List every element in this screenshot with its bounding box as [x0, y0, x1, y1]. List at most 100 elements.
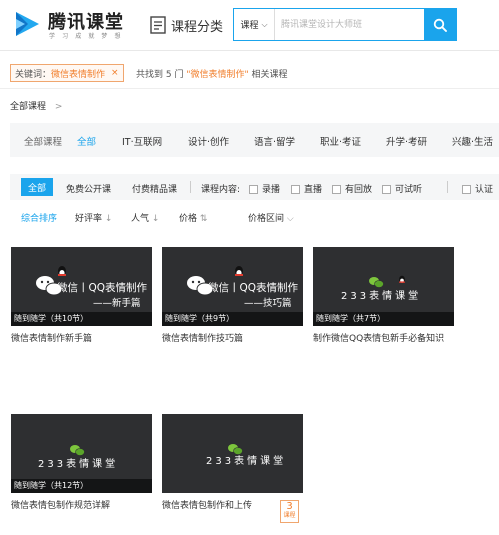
document-list-icon: [150, 16, 166, 34]
sort-rating[interactable]: 好评率 ↓: [75, 211, 112, 224]
thumbnail-main-text: 233表情课堂: [38, 459, 119, 470]
sort-price-range-label: 价格区间: [248, 214, 285, 224]
search-button[interactable]: [424, 9, 456, 40]
checkbox-icon: [332, 185, 341, 194]
result-prefix: 共找到 5 门: [136, 70, 184, 80]
breadcrumb: 全部课程 >: [10, 99, 62, 112]
course-card[interactable]: 233表情课堂 微信表情包制作和上传: [162, 414, 303, 511]
course-card[interactable]: 微信丨QQ表情制作 ——新手篇 随到随学（共10节） 微信表情制作新手篇: [11, 247, 152, 344]
course-thumbnail[interactable]: 微信丨QQ表情制作 ——技巧篇 随到随学（共9节）: [162, 247, 303, 326]
course-schedule-label: 随到随学（共12节）: [14, 481, 89, 490]
category-all[interactable]: 全部: [77, 134, 96, 148]
sort-updown-arrow-icon: ⇅: [199, 214, 208, 224]
thumbnail-main-text: 233表情课堂: [206, 456, 287, 467]
course-thumbnail[interactable]: 233表情课堂 随到随学（共12节）: [11, 414, 152, 493]
course-title[interactable]: 微信表情制作技巧篇: [162, 331, 303, 344]
badge-number: 3: [286, 501, 293, 512]
category-language-study-abroad[interactable]: 语言·留学: [254, 134, 295, 148]
logo-slogan: 学 习 成 就 梦 想: [49, 33, 124, 40]
sort-price-label: 价格: [179, 214, 198, 224]
filter-replay-checkbox[interactable]: 有回放: [332, 182, 372, 195]
filter-divider: [447, 181, 448, 193]
course-card[interactable]: 233表情课堂 随到随学（共12节） 微信表情包制作规范详解: [11, 414, 152, 511]
thumbnail-sub-text: ——技巧篇: [244, 298, 292, 309]
filter-recorded-checkbox[interactable]: 录播: [249, 182, 280, 195]
filter-divider: [190, 181, 191, 193]
category-header: 全部课程: [24, 137, 63, 148]
sort-price-range[interactable]: 价格区间 ⌵: [248, 211, 294, 224]
course-thumbnail[interactable]: 微信丨QQ表情制作 ——新手篇 随到随学（共10节）: [11, 247, 152, 326]
category-career-certificate[interactable]: 职业·考证: [320, 134, 361, 148]
filter-live-label: 直播: [304, 185, 323, 195]
course-title[interactable]: 微信表情制作新手篇: [11, 331, 152, 344]
course-category-button[interactable]: 课程分类: [150, 15, 223, 35]
filter-content-label: 课程内容:: [201, 185, 241, 195]
category-design-creation[interactable]: 设计·创作: [188, 134, 229, 148]
checkbox-icon: [291, 185, 300, 194]
course-thumbnail[interactable]: 233表情课堂: [162, 414, 303, 493]
search-box: 课程 ⌵: [233, 8, 457, 41]
keyword-tag: 关键词： 微信表情制作 ×: [10, 64, 124, 82]
sort-popularity-label: 人气: [131, 214, 150, 224]
filter-live-checkbox[interactable]: 直播: [291, 182, 322, 195]
course-schedule-label: 随到随学（共9节）: [165, 314, 235, 323]
play-logo-icon: [16, 12, 39, 36]
close-icon[interactable]: ×: [111, 68, 119, 78]
thumbnail-main-text: 233表情课堂: [341, 291, 422, 302]
filter-trial-checkbox[interactable]: 可试听: [382, 182, 422, 195]
filter-replay-label: 有回放: [345, 185, 373, 195]
filter-bar: 全部 免费公开课 付费精品课 课程内容: 录播 直播 有回放 可试听 认证: [10, 174, 499, 200]
section-divider: [0, 88, 499, 89]
qq-penguin-icon: [235, 266, 243, 276]
sort-rating-label: 好评率: [75, 214, 103, 224]
checkbox-icon: [462, 185, 471, 194]
sort-down-arrow-icon: ↓: [151, 214, 160, 224]
search-type-label: 课程: [240, 21, 259, 31]
course-count-badge[interactable]: 3 课程: [280, 500, 299, 523]
course-card[interactable]: 微信丨QQ表情制作 ——技巧篇 随到随学（共9节） 微信表情制作技巧篇: [162, 247, 303, 344]
category-bar: 全部课程 全部 IT·互联网 设计·创作 语言·留学 职业·考证 升学·考研 兴…: [10, 123, 499, 157]
course-title[interactable]: 微信表情包制作规范详解: [11, 498, 152, 511]
course-thumbnail[interactable]: 233表情课堂 随到随学（共7节）: [313, 247, 454, 326]
badge-text: 课程: [283, 512, 296, 519]
course-schedule-label: 随到随学（共10节）: [14, 314, 89, 323]
category-it-internet[interactable]: IT·互联网: [122, 134, 162, 148]
course-title[interactable]: 制作微信QQ表情包新手必备知识: [313, 331, 454, 344]
category-exam-postgrad[interactable]: 升学·考研: [386, 134, 427, 148]
chevron-down-icon: ⌵: [286, 214, 294, 224]
sort-popularity[interactable]: 人气 ↓: [131, 211, 159, 224]
course-schedule-label: 随到随学（共7节）: [316, 314, 386, 323]
qq-penguin-icon: [58, 266, 66, 276]
qq-penguin-icon: [399, 275, 405, 283]
filter-paid-course[interactable]: 付费精品课: [132, 182, 177, 195]
breadcrumb-all-courses[interactable]: 全部课程: [10, 102, 46, 112]
thumbnail-main-text: 微信丨QQ表情制作: [57, 282, 148, 294]
course-category-label: 课程分类: [171, 19, 224, 35]
filter-trial-label: 可试听: [395, 185, 423, 195]
filter-free-course[interactable]: 免费公开课: [66, 182, 111, 195]
result-count: 共找到 5 门 "微信表情制作" 相关课程: [136, 67, 288, 80]
search-input[interactable]: [275, 9, 424, 40]
sort-down-arrow-icon: ↓: [104, 214, 113, 224]
result-keyword: "微信表情制作": [186, 70, 249, 80]
thumbnail-sub-text: ——新手篇: [93, 298, 141, 309]
checkbox-icon: [249, 185, 258, 194]
result-suffix: 相关课程: [251, 70, 288, 80]
category-hobby-life[interactable]: 兴趣·生活: [452, 134, 493, 148]
filter-all-button[interactable]: 全部: [21, 178, 53, 196]
sort-price[interactable]: 价格 ⇅: [179, 211, 207, 224]
search-icon: [433, 18, 447, 32]
keyword-value: 微信表情制作: [51, 69, 106, 80]
chevron-down-icon: ⌵: [261, 19, 268, 29]
filter-certified-checkbox[interactable]: 认证: [462, 182, 493, 195]
search-type-select[interactable]: 课程 ⌵: [234, 9, 275, 40]
tencent-classroom-logo[interactable]: 腾讯课堂 学 习 成 就 梦 想: [12, 8, 132, 42]
sort-default[interactable]: 综合排序: [21, 211, 57, 224]
course-card[interactable]: 233表情课堂 随到随学（共7节） 制作微信QQ表情包新手必备知识: [313, 247, 454, 344]
keyword-label: 关键词：: [15, 69, 52, 80]
thumbnail-main-text: 微信丨QQ表情制作: [208, 282, 299, 294]
breadcrumb-arrow-icon: >: [54, 102, 63, 112]
checkbox-icon: [382, 185, 391, 194]
header-divider: [0, 50, 499, 51]
filter-certified-label: 认证: [475, 185, 494, 195]
